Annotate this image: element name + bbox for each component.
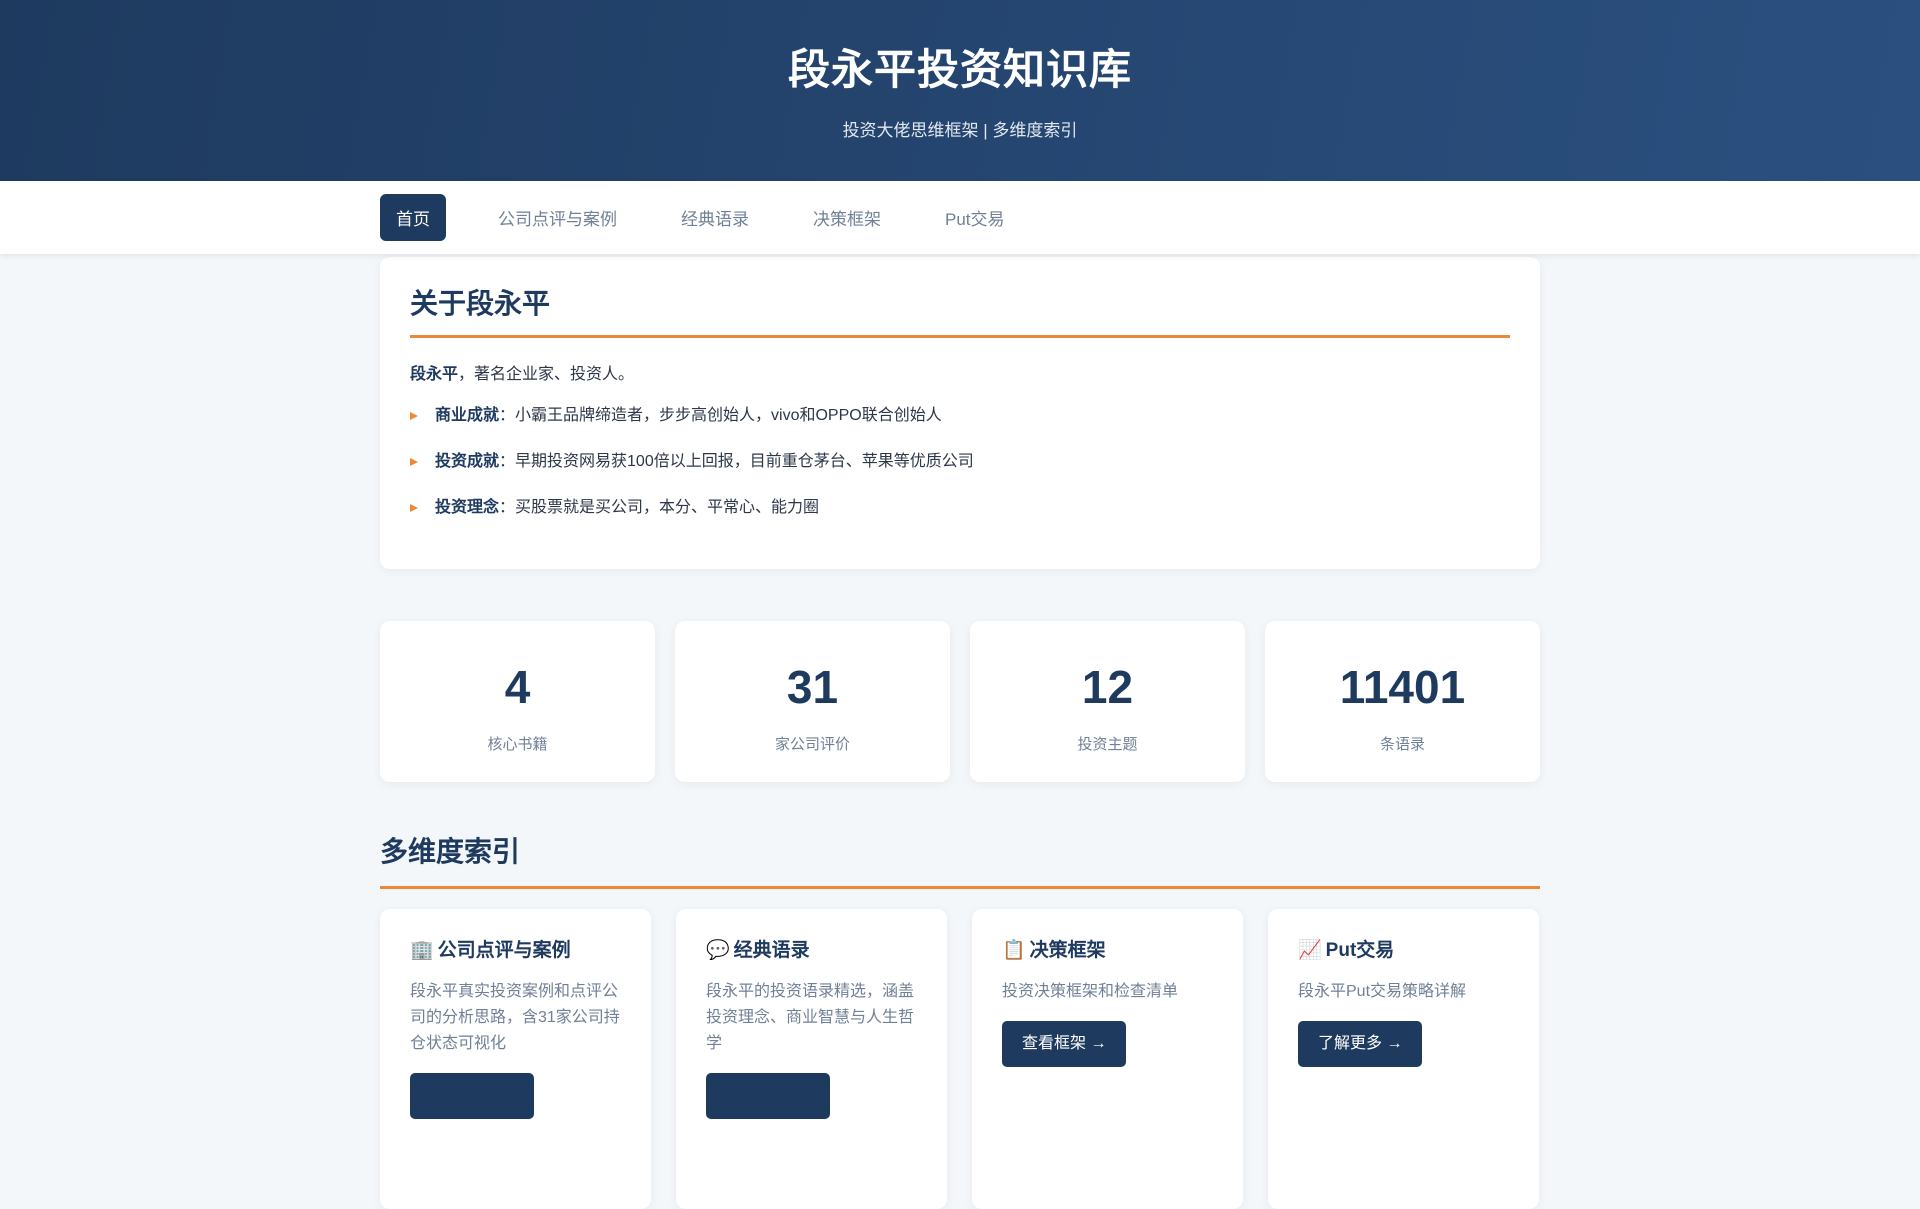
- stat-label: 核心书籍: [487, 736, 548, 753]
- nav-framework[interactable]: 决策框架: [787, 194, 907, 241]
- site-title: 段永平投资知识库: [787, 46, 1132, 93]
- card-title: 决策框架: [1029, 940, 1106, 961]
- clipboard-icon: 📋: [1002, 940, 1026, 961]
- card-desc: 段永平的投资语录精选，涵盖投资理念、商业智慧与人生哲学: [706, 983, 915, 1052]
- about-bullet: 投资理念 ：买股票就是买公司，本分、平常心、能力圈: [410, 498, 1510, 518]
- card-title: 公司点评与案例: [437, 940, 571, 961]
- nav-companies[interactable]: 公司点评与案例: [472, 194, 643, 241]
- nav-quotes[interactable]: 经典语录: [655, 194, 775, 241]
- stat-label: 投资主题: [1077, 736, 1138, 753]
- stat-value: 4: [504, 661, 531, 713]
- intro-text: ，著名企业家、投资人。: [458, 366, 635, 383]
- stats-row: 4 核心书籍 31 家公司评价 12 投资主题 11401 条语录: [380, 621, 1540, 782]
- stat-card: 31 家公司评价: [675, 621, 950, 782]
- stat-card: 11401 条语录: [1265, 621, 1540, 782]
- index-card-quotes: 💬 经典语录 段永平的投资语录精选，涵盖投资理念、商业智慧与人生哲学: [676, 909, 947, 1209]
- nav-put-trading[interactable]: Put交易: [919, 194, 1031, 241]
- bullet-label: 投资成就: [435, 453, 500, 470]
- site-subtitle: 投资大佬思维框架 | 多维度索引: [842, 121, 1078, 140]
- index-card-framework: 📋 决策框架 投资决策框架和检查清单 查看框架 →: [972, 909, 1243, 1209]
- index-section-title: 多维度索引: [380, 834, 1540, 889]
- stat-card: 4 核心书籍: [380, 621, 655, 782]
- stat-card: 12 投资主题: [970, 621, 1245, 782]
- about-title: 关于段永平: [410, 287, 1510, 338]
- card-desc: 段永平Put交易策略详解: [1298, 983, 1467, 1000]
- about-bullet: 商业成就 ：小霸王品牌缔造者，步步高创始人，vivo和OPPO联合创始人: [410, 406, 1510, 426]
- speech-bubble-icon: 💬: [706, 940, 730, 961]
- learn-more-button[interactable]: 了解更多 →: [1298, 1021, 1423, 1067]
- card-desc: 投资决策框架和检查清单: [1002, 983, 1179, 1000]
- bullet-label: 投资理念: [435, 499, 500, 516]
- triangle-bullet-icon: [410, 458, 418, 466]
- about-card: 关于段永平 段永平，著名企业家、投资人。 商业成就 ：小霸王品牌缔造者，步步高创始…: [380, 257, 1540, 569]
- intro-name: 段永平: [410, 366, 459, 383]
- triangle-bullet-icon: [410, 504, 418, 512]
- main-nav: 首页 公司点评与案例 经典语录 决策框架 Put交易: [0, 181, 1920, 254]
- stat-value: 31: [786, 661, 839, 713]
- card-title: 经典语录: [733, 940, 810, 961]
- about-bullet: 投资成就 ：早期投资网易获100倍以上回报，目前重仓茅台、苹果等优质公司: [410, 452, 1510, 472]
- stat-value: 12: [1081, 661, 1134, 713]
- card-title: Put交易: [1325, 940, 1395, 961]
- stat-label: 家公司评价: [774, 736, 850, 753]
- bullet-label: 商业成就: [435, 407, 500, 424]
- triangle-bullet-icon: [410, 412, 418, 420]
- stat-label: 条语录: [1379, 736, 1425, 753]
- view-framework-button[interactable]: 查看框架 →: [1002, 1021, 1127, 1067]
- about-intro: 段永平，著名企业家、投资人。: [410, 360, 1510, 384]
- bullet-text: ：小霸王品牌缔造者，步步高创始人，vivo和OPPO联合创始人: [499, 407, 942, 424]
- index-card-companies: 🏢 公司点评与案例 段永平真实投资案例和点评公司的分析思路，含31家公司持仓状态可…: [380, 909, 651, 1209]
- index-card-put: 📈 Put交易 段永平Put交易策略详解 了解更多 →: [1268, 909, 1539, 1209]
- building-icon: 🏢: [410, 940, 434, 961]
- card-desc: 段永平真实投资案例和点评公司的分析思路，含31家公司持仓状态可视化: [410, 983, 620, 1052]
- chart-up-icon: 📈: [1298, 940, 1322, 961]
- bullet-text: ：早期投资网易获100倍以上回报，目前重仓茅台、苹果等优质公司: [499, 453, 974, 470]
- stat-value: 11401: [1339, 661, 1466, 713]
- nav-home[interactable]: 首页: [380, 194, 446, 241]
- index-cards: 🏢 公司点评与案例 段永平真实投资案例和点评公司的分析思路，含31家公司持仓状态可…: [380, 909, 1540, 1209]
- site-header: 段永平投资知识库 投资大佬思维框架 | 多维度索引: [0, 0, 1920, 181]
- bullet-text: ：买股票就是买公司，本分、平常心、能力圈: [499, 499, 820, 516]
